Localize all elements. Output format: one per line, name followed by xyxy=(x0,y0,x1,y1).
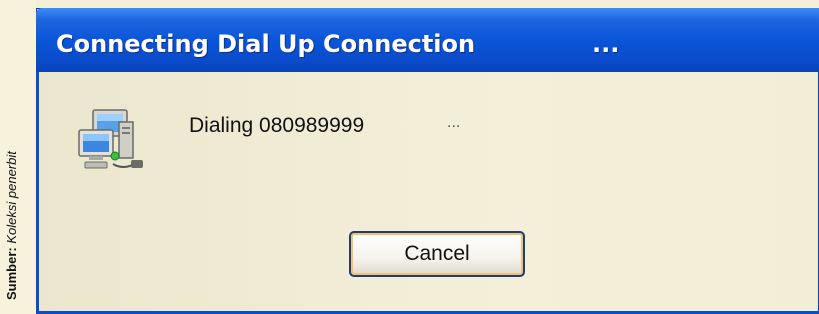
source-caption: Sumber: Koleksi penerbit xyxy=(4,0,19,300)
network-connection-icon xyxy=(78,109,143,169)
dialing-status-text: Dialing 080989999 xyxy=(189,114,365,137)
title-ellipsis: ... xyxy=(592,30,620,58)
dialog-title: Connecting Dial Up Connection xyxy=(56,30,476,58)
source-value: Koleksi penerbit xyxy=(4,151,19,244)
dial-up-dialog: Connecting Dial Up Connection ... Dialin… xyxy=(36,8,819,314)
source-label: Sumber: xyxy=(4,247,19,300)
dialog-body: Dialing 080989999 ... Cancel xyxy=(39,72,816,311)
title-bar[interactable]: Connecting Dial Up Connection ... xyxy=(36,8,819,72)
cancel-button[interactable]: Cancel xyxy=(349,231,525,277)
status-ellipsis: ... xyxy=(447,114,461,131)
side-caption-strip: Sumber: Koleksi penerbit xyxy=(0,0,36,314)
